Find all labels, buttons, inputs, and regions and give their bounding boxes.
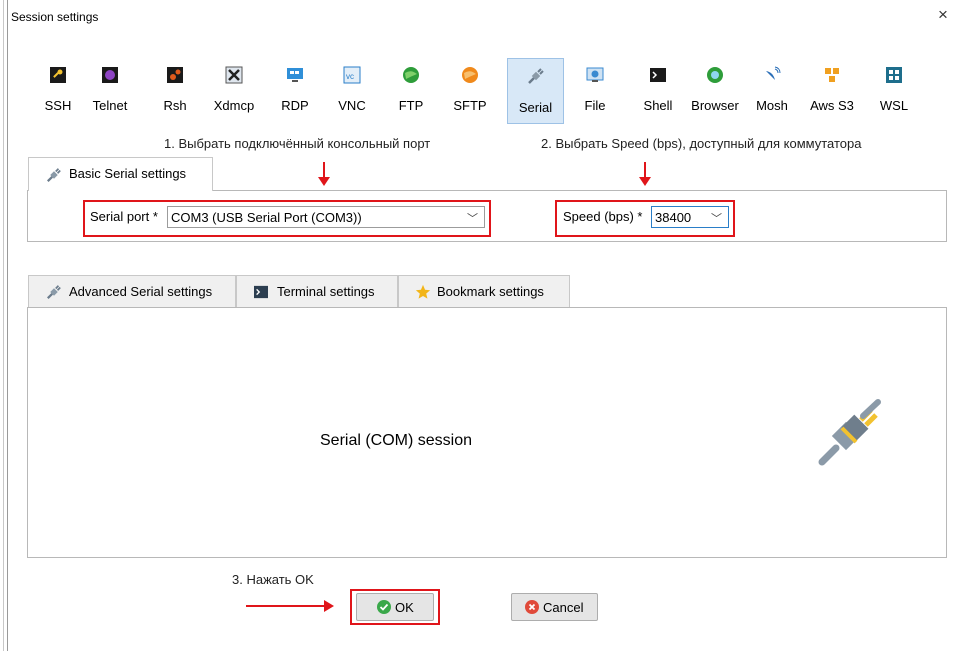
star-icon (415, 284, 431, 299)
serial-port-select[interactable]: COM3 (USB Serial Port (COM3)) ﹀ (167, 206, 485, 228)
tab-basic-serial-settings[interactable]: Basic Serial settings (28, 157, 213, 191)
rsh-icon (167, 67, 183, 83)
protocol-mosh-button[interactable]: Mosh (751, 58, 793, 124)
protocol-telnet-button[interactable]: Telnet (88, 58, 132, 124)
protocol-sftp-button[interactable]: SFTP (450, 58, 490, 124)
check-circle-icon (377, 600, 391, 614)
protocol-file-button[interactable]: File (579, 58, 611, 124)
speed-select[interactable]: 38400 ﹀ (651, 206, 729, 228)
shell-icon (650, 68, 666, 82)
annotation-arrow-1 (323, 162, 325, 178)
instruction-step3: 3. Нажать OK (232, 572, 314, 587)
browser-globe-icon (707, 67, 723, 83)
protocol-vnc-button[interactable]: vc VNC (335, 58, 369, 124)
ftp-icon (403, 67, 419, 83)
protocol-shell-button[interactable]: Shell (638, 58, 678, 124)
window-border (3, 0, 4, 651)
window-title: Session settings (11, 10, 99, 24)
serial-plug-icon (527, 68, 544, 84)
protocol-wsl-button[interactable]: WSL (876, 58, 912, 124)
ssh-key-icon (50, 67, 66, 83)
annotation-arrow-3 (246, 605, 326, 607)
tab-advanced-serial-settings[interactable]: Advanced Serial settings (28, 275, 236, 308)
serial-port-label: Serial port * (90, 209, 158, 224)
mosh-satellite-icon (766, 66, 781, 80)
svg-text:vc: vc (346, 72, 354, 81)
xdmcp-icon (225, 66, 243, 84)
vnc-icon: vc (343, 66, 361, 84)
protocol-rsh-button[interactable]: Rsh (159, 58, 191, 124)
close-icon[interactable]: × (938, 5, 948, 25)
instruction-step1: 1. Выбрать подключённый консольный порт (164, 136, 431, 151)
annotation-arrow-3-head (324, 600, 334, 612)
serial-plug-icon (46, 168, 61, 183)
terminal-icon (254, 285, 268, 299)
tab-terminal-settings[interactable]: Terminal settings (236, 275, 398, 308)
chevron-down-icon: ﹀ (711, 213, 722, 225)
aws-s3-icon (825, 68, 839, 82)
file-icon (586, 67, 604, 82)
protocol-ftp-button[interactable]: FTP (396, 58, 426, 124)
window-border-inner (7, 0, 8, 651)
speed-label: Speed (bps) * (563, 209, 643, 224)
cancel-button[interactable]: Cancel (511, 593, 598, 621)
rdp-icon (287, 68, 303, 82)
serial-plug-icon (46, 285, 61, 300)
protocol-ssh-button[interactable]: SSH (37, 58, 79, 124)
telnet-icon (102, 67, 118, 83)
protocol-aws-s3-button[interactable]: Aws S3 (806, 58, 858, 124)
protocol-rdp-button[interactable]: RDP (278, 58, 312, 124)
protocol-serial-button[interactable]: Serial (507, 58, 564, 124)
ok-button[interactable]: OK (356, 593, 434, 621)
sftp-icon (462, 67, 478, 83)
cancel-circle-icon (525, 600, 539, 614)
wsl-windows-icon (886, 67, 902, 83)
serial-plug-large-icon (818, 399, 881, 466)
session-panel: Serial (COM) session (27, 307, 947, 558)
annotation-arrow-2 (644, 162, 646, 178)
session-caption: Serial (COM) session (320, 432, 473, 449)
annotation-arrow-2-head (639, 177, 651, 186)
chevron-down-icon: ﹀ (467, 213, 478, 225)
annotation-arrow-1-head (318, 177, 330, 186)
protocol-xdmcp-button[interactable]: Xdmcp (210, 58, 258, 124)
tab-bookmark-settings[interactable]: Bookmark settings (398, 275, 570, 308)
protocol-browser-button[interactable]: Browser (688, 58, 742, 124)
instruction-step2: 2. Выбрать Speed (bps), доступный для ко… (541, 136, 862, 151)
title-bar (0, 0, 957, 30)
